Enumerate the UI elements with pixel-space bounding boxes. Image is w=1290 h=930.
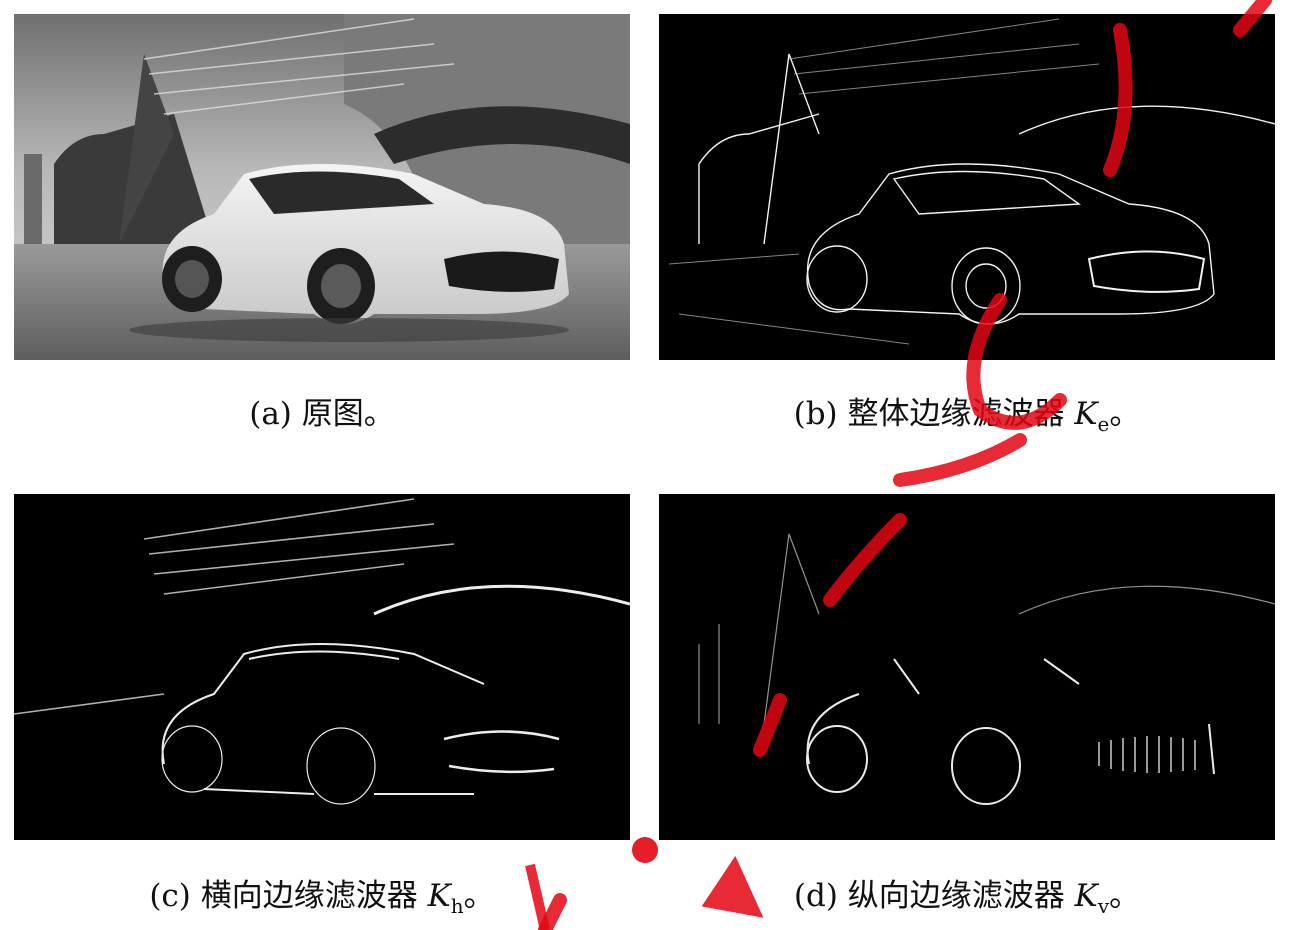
caption-symbol: K: [427, 878, 451, 914]
caption-a: (a) 原图。: [14, 394, 630, 434]
caption-c: (c) 横向边缘滤波器 Kh。: [14, 876, 630, 919]
caption-b: (b) 整体边缘滤波器 Ke。: [659, 394, 1275, 437]
caption-text: 整体边缘滤波器: [847, 396, 1065, 432]
edge-filter-horizontal-image: [14, 494, 630, 840]
caption-subscript: h: [450, 894, 464, 918]
caption-d: (d) 纵向边缘滤波器 Kv。: [659, 876, 1275, 919]
original-image: [14, 14, 630, 360]
caption-label: (a): [249, 396, 292, 432]
caption-end: 。: [463, 878, 495, 914]
caption-label: (d): [793, 878, 838, 914]
caption-text: 横向边缘滤波器: [200, 878, 418, 914]
edge-filter-overall-image: [659, 14, 1275, 360]
caption-label: (b): [793, 396, 838, 432]
caption-subscript: e: [1097, 412, 1110, 436]
caption-subscript: v: [1097, 894, 1110, 918]
edge-filter-vertical-image: [659, 494, 1275, 840]
caption-symbol: K: [1074, 878, 1098, 914]
caption-end: 。: [1109, 878, 1141, 914]
caption-label: (c): [149, 878, 191, 914]
caption-end: 。: [1109, 396, 1141, 432]
caption-text: 原图。: [301, 396, 395, 432]
caption-symbol: K: [1074, 396, 1098, 432]
caption-text: 纵向边缘滤波器: [847, 878, 1065, 914]
